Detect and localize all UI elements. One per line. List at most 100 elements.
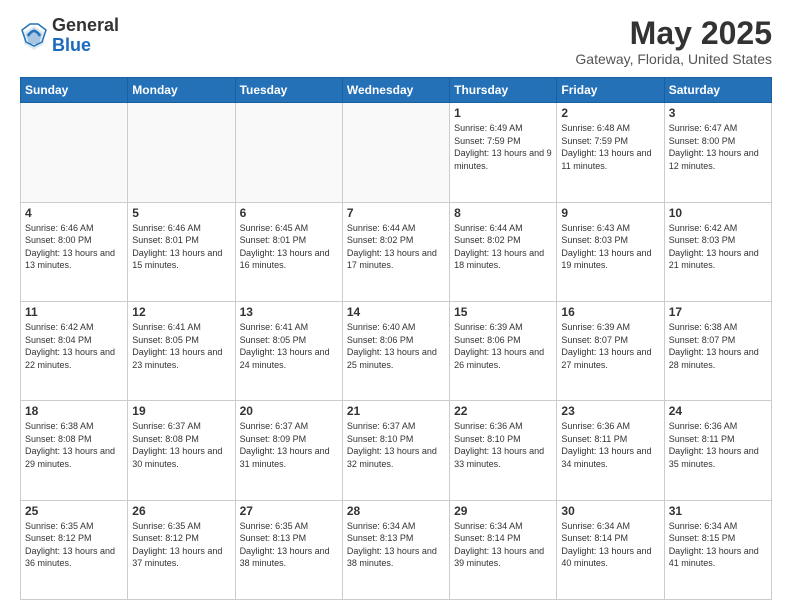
subtitle: Gateway, Florida, United States [575, 51, 772, 67]
calendar-day-cell: 19 Sunrise: 6:37 AM Sunset: 8:08 PM Dayli… [128, 401, 235, 500]
day-info: Sunrise: 6:38 AM Sunset: 8:08 PM Dayligh… [25, 420, 123, 470]
day-number: 27 [240, 504, 338, 518]
day-number: 26 [132, 504, 230, 518]
calendar-day-cell: 26Sunrise: 6:35 AM Sunset: 8:12 PM Dayli… [128, 500, 235, 599]
day-number: 17 [669, 305, 767, 319]
calendar-day-cell: 1 Sunrise: 6:49 AM Sunset: 7:59 PM Daylig… [450, 103, 557, 202]
day-info: Sunrise: 6:42 AM Sunset: 8:03 PM Dayligh… [669, 222, 767, 272]
day-info: Sunrise: 6:39 AM Sunset: 8:06 PM Dayligh… [454, 321, 552, 371]
day-info: Sunrise: 6:34 AM Sunset: 8:15 PM Dayligh… [669, 520, 767, 570]
calendar-day-cell: 10 Sunrise: 6:42 AM Sunset: 8:03 PM Dayli… [664, 202, 771, 301]
day-number: 10 [669, 206, 767, 220]
day-of-week-header: Saturday [664, 78, 771, 103]
day-info: Sunrise: 6:37 AM Sunset: 8:10 PM Dayligh… [347, 420, 445, 470]
page: General Blue May 2025 Gateway, Florida, … [0, 0, 792, 612]
calendar-day-cell: 12 Sunrise: 6:41 AM Sunset: 8:05 PM Dayli… [128, 301, 235, 400]
day-info: Sunrise: 6:46 AM Sunset: 8:00 PM Dayligh… [25, 222, 123, 272]
main-title: May 2025 [575, 16, 772, 51]
day-info: Sunrise: 6:48 AM Sunset: 7:59 PM Dayligh… [561, 122, 659, 172]
calendar-body: 1 Sunrise: 6:49 AM Sunset: 7:59 PM Daylig… [21, 103, 772, 600]
calendar-week-row: 4Sunrise: 6:46 AM Sunset: 8:00 PM Daylig… [21, 202, 772, 301]
day-number: 15 [454, 305, 552, 319]
day-number: 9 [561, 206, 659, 220]
calendar-day-cell: 23Sunrise: 6:36 AM Sunset: 8:11 PM Dayli… [557, 401, 664, 500]
day-number: 3 [669, 106, 767, 120]
day-of-week-header: Tuesday [235, 78, 342, 103]
day-number: 31 [669, 504, 767, 518]
day-number: 12 [132, 305, 230, 319]
calendar-day-cell: 22 Sunrise: 6:36 AM Sunset: 8:10 PM Dayli… [450, 401, 557, 500]
day-number: 30 [561, 504, 659, 518]
day-number: 5 [132, 206, 230, 220]
day-number: 24 [669, 404, 767, 418]
day-number: 16 [561, 305, 659, 319]
day-number: 8 [454, 206, 552, 220]
day-info: Sunrise: 6:44 AM Sunset: 8:02 PM Dayligh… [454, 222, 552, 272]
calendar-day-cell: 27 Sunrise: 6:35 AM Sunset: 8:13 PM Dayli… [235, 500, 342, 599]
calendar-day-cell: 17 Sunrise: 6:38 AM Sunset: 8:07 PM Dayli… [664, 301, 771, 400]
calendar-day-cell: 16Sunrise: 6:39 AM Sunset: 8:07 PM Dayli… [557, 301, 664, 400]
logo-blue: Blue [52, 36, 119, 56]
day-info: Sunrise: 6:36 AM Sunset: 8:10 PM Dayligh… [454, 420, 552, 470]
calendar-day-cell: 14Sunrise: 6:40 AM Sunset: 8:06 PM Dayli… [342, 301, 449, 400]
header: General Blue May 2025 Gateway, Florida, … [20, 16, 772, 67]
day-number: 1 [454, 106, 552, 120]
day-info: Sunrise: 6:34 AM Sunset: 8:14 PM Dayligh… [454, 520, 552, 570]
calendar-day-cell: 20Sunrise: 6:37 AM Sunset: 8:09 PM Dayli… [235, 401, 342, 500]
calendar-day-cell: 2Sunrise: 6:48 AM Sunset: 7:59 PM Daylig… [557, 103, 664, 202]
logo-text: General Blue [52, 16, 119, 56]
day-of-week-header: Wednesday [342, 78, 449, 103]
day-info: Sunrise: 6:41 AM Sunset: 8:05 PM Dayligh… [240, 321, 338, 371]
calendar-day-cell: 9 Sunrise: 6:43 AM Sunset: 8:03 PM Daylig… [557, 202, 664, 301]
logo: General Blue [20, 16, 119, 56]
day-info: Sunrise: 6:45 AM Sunset: 8:01 PM Dayligh… [240, 222, 338, 272]
logo-general: General [52, 16, 119, 36]
day-of-week-header: Friday [557, 78, 664, 103]
day-info: Sunrise: 6:47 AM Sunset: 8:00 PM Dayligh… [669, 122, 767, 172]
calendar-day-cell: 24 Sunrise: 6:36 AM Sunset: 8:11 PM Dayli… [664, 401, 771, 500]
day-info: Sunrise: 6:35 AM Sunset: 8:13 PM Dayligh… [240, 520, 338, 570]
calendar-day-cell: 18 Sunrise: 6:38 AM Sunset: 8:08 PM Dayli… [21, 401, 128, 500]
calendar-day-cell: 7 Sunrise: 6:44 AM Sunset: 8:02 PM Daylig… [342, 202, 449, 301]
day-info: Sunrise: 6:44 AM Sunset: 8:02 PM Dayligh… [347, 222, 445, 272]
day-number: 19 [132, 404, 230, 418]
calendar-day-cell: 25 Sunrise: 6:35 AM Sunset: 8:12 PM Dayli… [21, 500, 128, 599]
calendar-day-cell: 13Sunrise: 6:41 AM Sunset: 8:05 PM Dayli… [235, 301, 342, 400]
calendar-day-cell: 30 Sunrise: 6:34 AM Sunset: 8:14 PM Dayli… [557, 500, 664, 599]
day-number: 21 [347, 404, 445, 418]
calendar-day-cell: 29 Sunrise: 6:34 AM Sunset: 8:14 PM Dayli… [450, 500, 557, 599]
calendar-day-cell: 3 Sunrise: 6:47 AM Sunset: 8:00 PM Daylig… [664, 103, 771, 202]
calendar-day-cell [128, 103, 235, 202]
day-number: 11 [25, 305, 123, 319]
day-number: 14 [347, 305, 445, 319]
day-number: 7 [347, 206, 445, 220]
day-info: Sunrise: 6:34 AM Sunset: 8:14 PM Dayligh… [561, 520, 659, 570]
calendar-day-cell [235, 103, 342, 202]
logo-icon [20, 22, 48, 50]
calendar-week-row: 1 Sunrise: 6:49 AM Sunset: 7:59 PM Daylig… [21, 103, 772, 202]
day-info: Sunrise: 6:49 AM Sunset: 7:59 PM Dayligh… [454, 122, 552, 172]
calendar-day-cell: 15 Sunrise: 6:39 AM Sunset: 8:06 PM Dayli… [450, 301, 557, 400]
day-number: 22 [454, 404, 552, 418]
day-number: 18 [25, 404, 123, 418]
day-of-week-header: Monday [128, 78, 235, 103]
calendar-day-cell: 6 Sunrise: 6:45 AM Sunset: 8:01 PM Daylig… [235, 202, 342, 301]
day-number: 29 [454, 504, 552, 518]
day-info: Sunrise: 6:46 AM Sunset: 8:01 PM Dayligh… [132, 222, 230, 272]
calendar-day-cell [21, 103, 128, 202]
calendar-week-row: 18 Sunrise: 6:38 AM Sunset: 8:08 PM Dayli… [21, 401, 772, 500]
calendar-day-cell: 8 Sunrise: 6:44 AM Sunset: 8:02 PM Daylig… [450, 202, 557, 301]
day-info: Sunrise: 6:37 AM Sunset: 8:08 PM Dayligh… [132, 420, 230, 470]
title-block: May 2025 Gateway, Florida, United States [575, 16, 772, 67]
day-info: Sunrise: 6:38 AM Sunset: 8:07 PM Dayligh… [669, 321, 767, 371]
day-number: 6 [240, 206, 338, 220]
day-info: Sunrise: 6:42 AM Sunset: 8:04 PM Dayligh… [25, 321, 123, 371]
calendar-day-cell: 4Sunrise: 6:46 AM Sunset: 8:00 PM Daylig… [21, 202, 128, 301]
day-of-week-header: Sunday [21, 78, 128, 103]
day-number: 25 [25, 504, 123, 518]
day-info: Sunrise: 6:41 AM Sunset: 8:05 PM Dayligh… [132, 321, 230, 371]
day-info: Sunrise: 6:35 AM Sunset: 8:12 PM Dayligh… [25, 520, 123, 570]
day-info: Sunrise: 6:36 AM Sunset: 8:11 PM Dayligh… [669, 420, 767, 470]
day-number: 23 [561, 404, 659, 418]
day-info: Sunrise: 6:43 AM Sunset: 8:03 PM Dayligh… [561, 222, 659, 272]
